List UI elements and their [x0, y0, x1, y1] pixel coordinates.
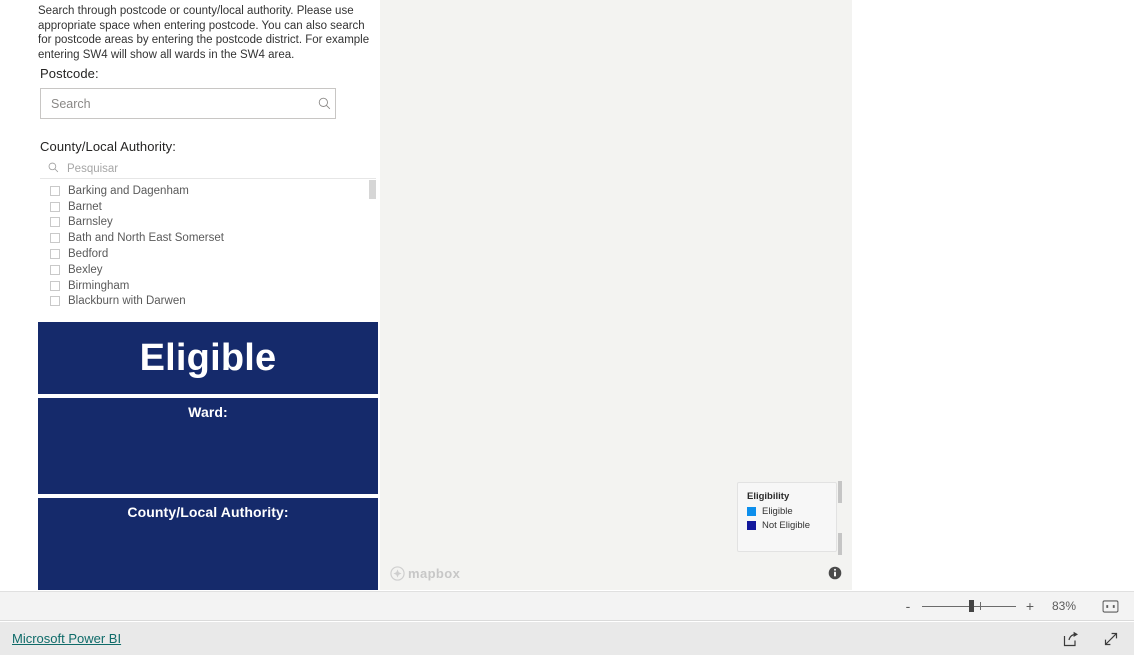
mapbox-logo-icon: [390, 566, 405, 581]
zoom-toolbar: - + 83%: [0, 591, 1134, 621]
microsoft-power-bi-link[interactable]: Microsoft Power BI: [12, 631, 121, 646]
zoom-slider-thumb[interactable]: [969, 600, 974, 612]
checkbox[interactable]: [50, 280, 60, 291]
mapbox-wordmark: mapbox: [408, 566, 461, 581]
list-item-label: Bath and North East Somerset: [68, 232, 224, 245]
list-item[interactable]: Barnsley: [40, 215, 376, 231]
postcode-search-input[interactable]: [41, 96, 313, 111]
status-bar: Microsoft Power BI: [0, 622, 1134, 655]
ward-card: Ward:: [38, 398, 378, 494]
legend-entry-eligible[interactable]: Eligible: [747, 506, 827, 517]
legend-entry-label: Not Eligible: [762, 520, 811, 531]
list-item[interactable]: Bedford: [40, 246, 376, 262]
legend-entry-not-eligible[interactable]: Not Eligible: [747, 520, 827, 531]
list-item[interactable]: Bath and North East Somerset: [40, 230, 376, 246]
checkbox[interactable]: [50, 249, 60, 260]
legend-swatch: [747, 521, 756, 530]
report-canvas: Search through postcode or county/local …: [0, 0, 1134, 590]
checkbox[interactable]: [50, 217, 60, 228]
postcode-label: Postcode:: [40, 66, 99, 81]
zoom-slider-tick: [980, 602, 981, 610]
report-viewer: Search through postcode or county/local …: [0, 0, 1134, 655]
ward-card-title: Ward:: [188, 404, 228, 420]
legend-scrollbar-thumb-top[interactable]: [838, 481, 842, 503]
zoom-percentage: 83%: [1051, 599, 1077, 613]
zoom-out-button[interactable]: -: [900, 598, 916, 614]
county-local-authority-slicer[interactable]: Barking and Dagenham Barnet Barnsley Bat…: [40, 159, 376, 311]
ward-card-value: [38, 420, 378, 426]
list-item[interactable]: Birmingham: [40, 278, 376, 294]
filter-panel: Search through postcode or county/local …: [38, 0, 398, 590]
list-item-label: Blackburn with Darwen: [68, 295, 186, 308]
legend-swatch: [747, 507, 756, 516]
legend-title: Eligibility: [747, 491, 790, 502]
list-item-partial[interactable]: [40, 309, 376, 311]
cla-search-input[interactable]: [59, 162, 376, 175]
map-legend: Eligibility Eligible Not Eligible: [737, 481, 842, 555]
legend-scrollbar[interactable]: [837, 481, 842, 555]
checkbox[interactable]: [50, 296, 60, 307]
status-bar-actions: [1062, 630, 1134, 648]
list-item-label: Barking and Dagenham: [68, 184, 189, 197]
mapbox-attribution[interactable]: mapbox: [390, 566, 460, 581]
county-local-authority-label: County/Local Authority:: [40, 139, 176, 154]
list-item-label: Birmingham: [68, 279, 130, 292]
checkbox[interactable]: [50, 201, 60, 212]
list-item[interactable]: Blackburn with Darwen: [40, 294, 376, 310]
county-local-authority-card-value: [38, 520, 378, 526]
zoom-slider[interactable]: [922, 598, 1016, 614]
map-visual[interactable]: Eligibility Eligible Not Eligible mapbox: [380, 0, 852, 590]
share-icon[interactable]: [1062, 630, 1080, 648]
list-item-label: Bexley: [68, 263, 103, 276]
postcode-search-slicer[interactable]: [40, 88, 336, 119]
county-local-authority-card: County/Local Authority:: [38, 498, 378, 590]
search-icon: [313, 97, 335, 110]
cla-list-scrollbar-thumb[interactable]: [369, 180, 376, 199]
cla-search-row[interactable]: [40, 159, 376, 179]
zoom-in-button[interactable]: +: [1022, 598, 1038, 614]
info-icon[interactable]: [828, 566, 842, 580]
instructions-text: Search through postcode or county/local …: [38, 5, 370, 61]
legend-scrollbar-thumb-bottom[interactable]: [838, 533, 842, 555]
eligibility-status-card: Eligible: [38, 322, 378, 394]
list-item[interactable]: Bexley: [40, 262, 376, 278]
list-item-label: Barnet: [68, 200, 102, 213]
fit-to-page-icon[interactable]: [1100, 598, 1120, 614]
cla-list-scrollbar[interactable]: [369, 180, 376, 311]
county-local-authority-card-title: County/Local Authority:: [127, 504, 289, 520]
eligibility-status-value: Eligible: [139, 337, 277, 379]
cla-checkbox-list[interactable]: Barking and Dagenham Barnet Barnsley Bat…: [40, 179, 376, 311]
checkbox[interactable]: [50, 233, 60, 244]
fullscreen-icon[interactable]: [1102, 630, 1120, 648]
list-item[interactable]: Barking and Dagenham: [40, 183, 376, 199]
checkbox[interactable]: [50, 185, 60, 196]
legend-entry-label: Eligible: [762, 506, 793, 517]
search-icon: [48, 160, 59, 178]
checkbox[interactable]: [50, 264, 60, 275]
list-item-label: Bedford: [68, 248, 109, 261]
list-item-label: Barnsley: [68, 216, 113, 229]
list-item[interactable]: Barnet: [40, 199, 376, 215]
